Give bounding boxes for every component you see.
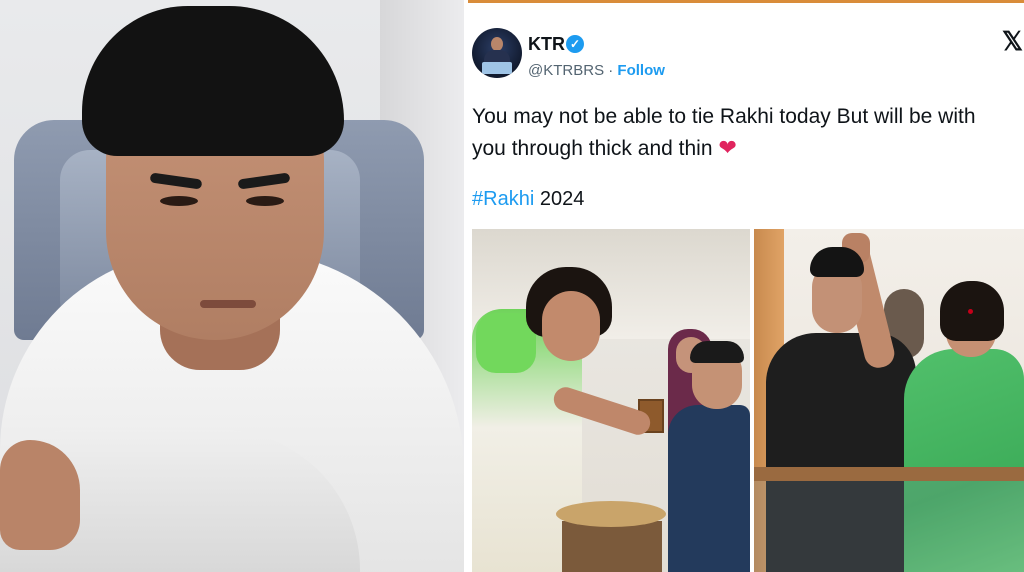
top-border xyxy=(468,0,1024,3)
bindi xyxy=(968,309,973,314)
mouth xyxy=(200,300,256,308)
left-eye xyxy=(160,196,198,206)
display-name[interactable]: KTR xyxy=(528,34,565,55)
balcony-railing xyxy=(754,467,1024,481)
x-logo-icon[interactable]: 𝕏 xyxy=(1002,28,1023,54)
profile-avatar[interactable] xyxy=(472,28,522,78)
hashtag-line: #Rakhi 2024 xyxy=(472,188,584,211)
tweet-photo-rakhi-ceremony[interactable] xyxy=(472,229,750,572)
verified-badge-icon: ✓ xyxy=(566,35,584,53)
seated-man-shirt xyxy=(668,405,750,572)
user-handle[interactable]: @KTRBRS xyxy=(528,62,604,79)
right-eye xyxy=(246,196,284,206)
tweet-body: You may not be able to tie Rakhi today B… xyxy=(472,101,1012,164)
avatar-laptop xyxy=(482,62,512,74)
hashtag-link[interactable]: #Rakhi xyxy=(472,188,534,210)
hair xyxy=(82,6,344,156)
separator-dot: · xyxy=(608,62,614,79)
tweet-card: KTR ✓ @KTRBRS · Follow 𝕏 You may not be … xyxy=(468,0,1024,572)
small-table xyxy=(562,521,662,572)
handle-row: @KTRBRS · Follow xyxy=(528,62,665,79)
woman-face xyxy=(542,291,600,361)
puja-plate xyxy=(556,501,666,527)
follow-button[interactable]: Follow xyxy=(617,62,665,79)
glass-panel xyxy=(754,481,1024,572)
portrait-photo xyxy=(0,0,464,572)
man-hair xyxy=(810,247,864,277)
tweet-photo-balcony[interactable] xyxy=(754,229,1024,572)
hashtag-suffix: 2024 xyxy=(534,188,585,210)
heart-icon: ❤ xyxy=(718,135,737,160)
avatar-head xyxy=(491,37,503,51)
seated-man-hair xyxy=(690,341,744,363)
